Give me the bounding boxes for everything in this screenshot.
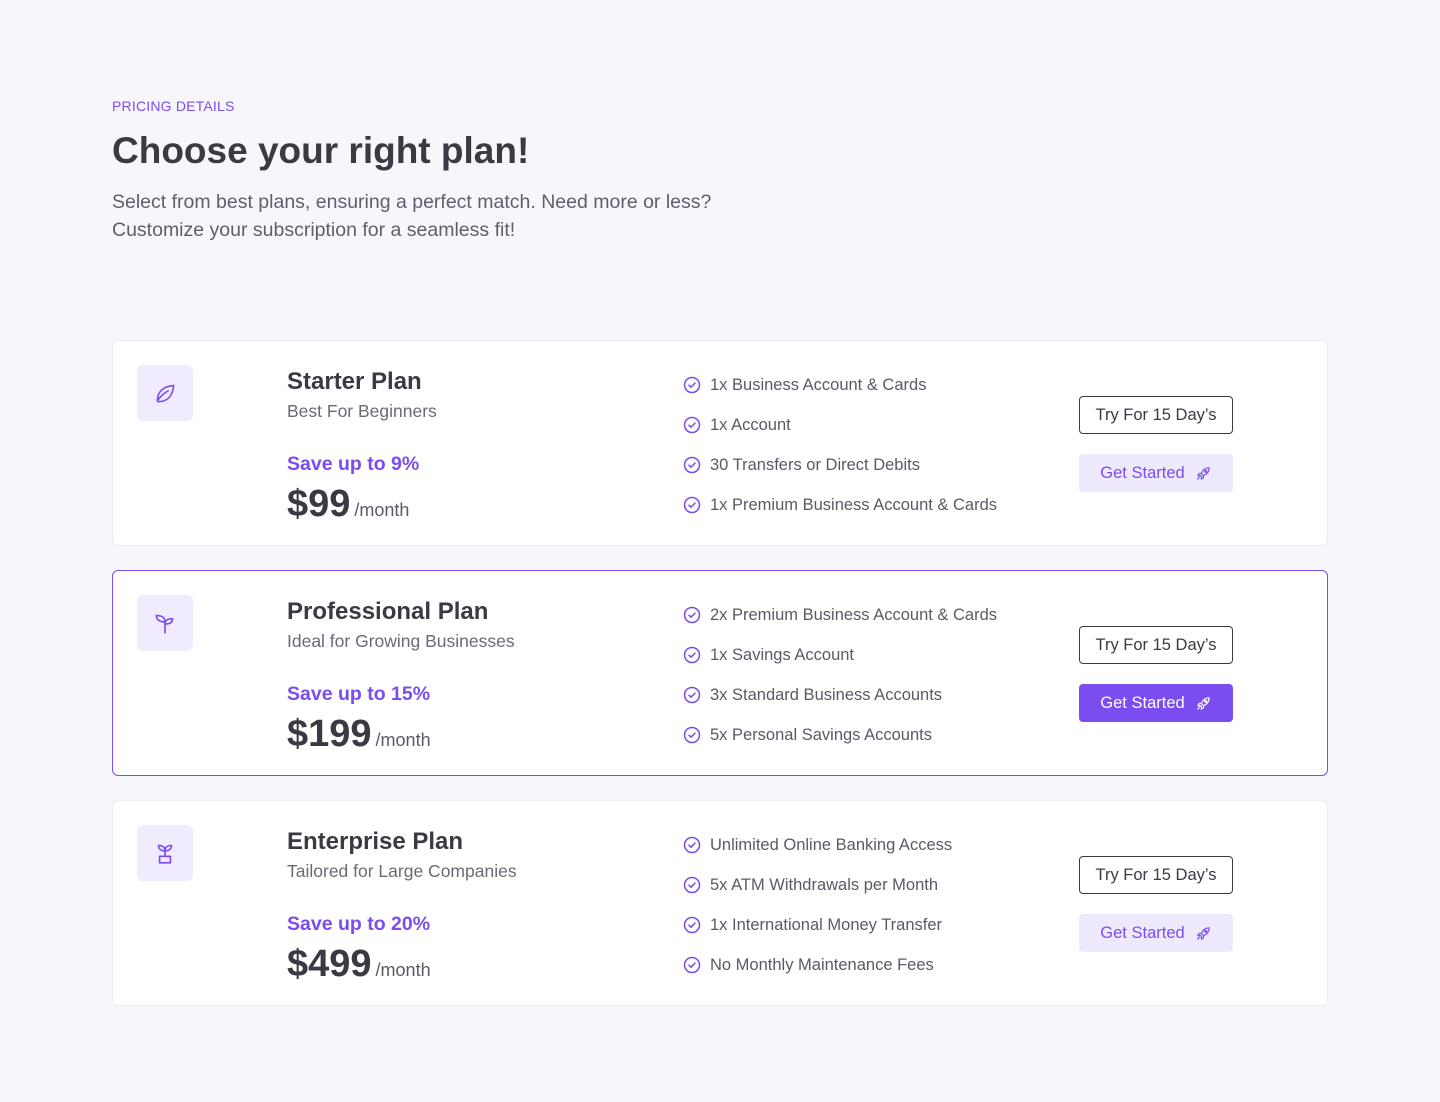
potted-plant-icon — [137, 825, 193, 881]
get-started-button[interactable]: Get Started — [1079, 454, 1233, 492]
feature-item: 1x Business Account & Cards — [683, 373, 1063, 397]
feature-item: 5x Personal Savings Accounts — [683, 723, 1063, 747]
plan-savings: Save up to 9% — [287, 453, 420, 475]
leaf-icon — [137, 365, 193, 421]
price-row: $199 /month — [287, 711, 667, 757]
check-circle-icon — [683, 496, 701, 514]
get-started-label: Get Started — [1100, 923, 1185, 942]
get-started-label: Get Started — [1100, 463, 1185, 482]
feature-text: 3x Standard Business Accounts — [710, 685, 943, 704]
get-started-button[interactable]: Get Started — [1079, 684, 1233, 722]
check-circle-icon — [683, 876, 701, 894]
check-circle-icon — [683, 956, 701, 974]
plan-price: $99 — [287, 483, 351, 525]
plan-description: Tailored for Large Companies — [287, 861, 517, 881]
plan-info: Enterprise Plan Tailored for Large Compa… — [287, 827, 667, 987]
feature-text: 1x Premium Business Account & Cards — [710, 495, 998, 514]
feature-list: Unlimited Online Banking Access 5x ATM W… — [683, 833, 1063, 977]
price-row: $499 /month — [287, 941, 667, 987]
check-circle-icon — [683, 686, 701, 704]
plan-savings: Save up to 20% — [287, 913, 431, 935]
check-circle-icon — [683, 606, 701, 624]
feature-text: Unlimited Online Banking Access — [710, 835, 953, 854]
plan-price: $499 — [287, 943, 372, 985]
page-title: Choose your right plan! — [112, 130, 530, 171]
feature-item: 1x Account — [683, 413, 1063, 437]
feature-item: No Monthly Maintenance Fees — [683, 953, 1063, 977]
rocket-icon — [1195, 465, 1212, 482]
plan-info: Starter Plan Best For Beginners Save up … — [287, 367, 667, 527]
plan-description: Best For Beginners — [287, 401, 437, 421]
feature-list: 2x Premium Business Account & Cards 1x S… — [683, 603, 1063, 747]
plan-savings: Save up to 15% — [287, 683, 431, 705]
plan-card-starter: Starter Plan Best For Beginners Save up … — [112, 340, 1328, 546]
feature-text: No Monthly Maintenance Fees — [710, 955, 934, 974]
feature-item: 3x Standard Business Accounts — [683, 683, 1063, 707]
check-circle-icon — [683, 376, 701, 394]
subtitle-line-1: Select from best plans, ensuring a perfe… — [112, 191, 712, 213]
get-started-button[interactable]: Get Started — [1079, 914, 1233, 952]
feature-item: 30 Transfers or Direct Debits — [683, 453, 1063, 477]
plan-card-enterprise: Enterprise Plan Tailored for Large Compa… — [112, 800, 1328, 1006]
feature-text: 30 Transfers or Direct Debits — [710, 455, 920, 474]
try-free-button[interactable]: Try For 15 Day’s — [1079, 856, 1233, 894]
try-free-button[interactable]: Try For 15 Day’s — [1079, 396, 1233, 434]
feature-item: 5x ATM Withdrawals per Month — [683, 873, 1063, 897]
rocket-icon — [1195, 695, 1212, 712]
subtitle-line-2: Customize your subscription for a seamle… — [112, 219, 516, 241]
plan-name: Professional Plan — [287, 598, 489, 625]
price-row: $99 /month — [287, 481, 667, 527]
plan-description: Ideal for Growing Businesses — [287, 631, 515, 651]
feature-text: 1x Account — [710, 415, 791, 434]
try-free-button[interactable]: Try For 15 Day’s — [1079, 626, 1233, 664]
plan-name: Enterprise Plan — [287, 828, 464, 855]
plan-name: Starter Plan — [287, 368, 422, 395]
feature-text: 2x Premium Business Account & Cards — [710, 605, 998, 624]
rocket-icon — [1195, 925, 1212, 942]
price-period: /month — [375, 730, 431, 750]
plan-info: Professional Plan Ideal for Growing Busi… — [287, 597, 667, 757]
check-circle-icon — [683, 456, 701, 474]
feature-item: 2x Premium Business Account & Cards — [683, 603, 1063, 627]
check-circle-icon — [683, 836, 701, 854]
feature-list: 1x Business Account & Cards 1x Account 3… — [683, 373, 1063, 517]
feature-item: 1x Savings Account — [683, 643, 1063, 667]
check-circle-icon — [683, 646, 701, 664]
pricing-header: PRICING DETAILS Choose your right plan! … — [112, 98, 872, 244]
feature-text: 1x Business Account & Cards — [710, 375, 927, 394]
feature-text: 5x ATM Withdrawals per Month — [710, 875, 939, 894]
get-started-label: Get Started — [1100, 693, 1185, 712]
feature-item: Unlimited Online Banking Access — [683, 833, 1063, 857]
price-period: /month — [354, 500, 410, 520]
feature-text: 1x International Money Transfer — [710, 915, 943, 934]
page-subtitle: Select from best plans, ensuring a perfe… — [112, 188, 872, 244]
price-period: /month — [375, 960, 431, 980]
check-circle-icon — [683, 416, 701, 434]
section-eyebrow: PRICING DETAILS — [112, 98, 235, 114]
plan-card-professional: Professional Plan Ideal for Growing Busi… — [112, 570, 1328, 776]
feature-text: 5x Personal Savings Accounts — [710, 725, 932, 744]
feature-text: 1x Savings Account — [710, 645, 855, 664]
sprout-icon — [137, 595, 193, 651]
feature-item: 1x Premium Business Account & Cards — [683, 493, 1063, 517]
check-circle-icon — [683, 726, 701, 744]
plan-price: $199 — [287, 713, 372, 755]
feature-item: 1x International Money Transfer — [683, 913, 1063, 937]
check-circle-icon — [683, 916, 701, 934]
